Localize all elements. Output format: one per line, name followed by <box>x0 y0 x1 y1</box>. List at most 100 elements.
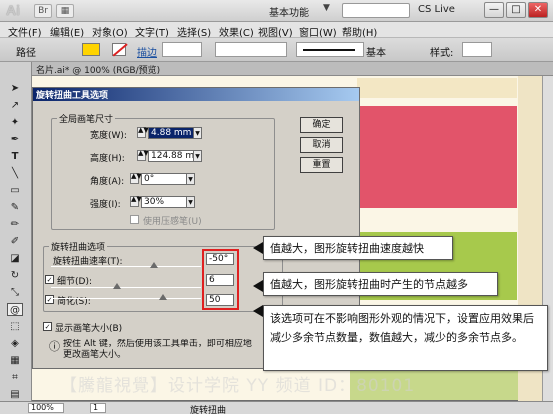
hint-text: 按住 Alt 键，然后使用该工具单击，即可相应地更改画笔大小。 <box>63 339 252 360</box>
direct-selection-tool-icon[interactable]: ↗ <box>7 99 23 112</box>
type-tool-icon[interactable]: T <box>7 150 23 163</box>
menu-window[interactable]: 窗口(W) <box>299 24 337 39</box>
detail-label: 细节(D): <box>57 277 92 287</box>
perspective-grid-tool-icon[interactable]: ▦ <box>7 354 23 367</box>
angle-dropdown-arrow[interactable]: ▼ <box>187 173 195 185</box>
simplify-checkbox[interactable]: ✓ <box>45 295 54 304</box>
pencil-tool-icon[interactable]: ✏ <box>7 218 23 231</box>
artboard-number-field[interactable]: 1 <box>90 403 106 413</box>
control-bar: 路径 描边 基本 样式: <box>0 38 553 62</box>
blob-brush-tool-icon[interactable]: ✐ <box>7 235 23 248</box>
rectangle-tool-icon[interactable]: ▭ <box>7 184 23 197</box>
width-spinner[interactable]: ▲▼ <box>137 127 149 138</box>
selection-type-label: 路径 <box>16 48 36 59</box>
tools-panel: ➤ ↗ ✦ ✒ T ╲ ▭ ✎ ✏ ✐ ◪ ↻ ⤡ @ ⬚ ◈ ▦ ⌗ ▤ <box>0 62 32 402</box>
search-input[interactable] <box>342 3 410 18</box>
intensity-dropdown-arrow[interactable]: ▼ <box>187 196 195 208</box>
graphic-style-select[interactable] <box>462 42 492 57</box>
detail-field[interactable]: 6 <box>206 274 234 286</box>
detail-slider[interactable] <box>51 287 201 288</box>
twirl-rate-slider-thumb[interactable] <box>150 262 158 268</box>
cancel-button[interactable]: 取消 <box>300 137 343 153</box>
stroke-color-swatch[interactable] <box>112 43 126 56</box>
global-brush-group-label: 全局画笔尺寸 <box>57 112 116 125</box>
menu-effect[interactable]: 效果(C) <box>219 24 254 39</box>
chevron-down-icon[interactable]: ▼ <box>323 3 330 13</box>
angle-field[interactable]: 0° <box>141 173 187 185</box>
pen-tool-icon[interactable]: ✒ <box>7 133 23 146</box>
close-button[interactable]: ✕ <box>528 2 548 18</box>
detail-slider-thumb[interactable] <box>113 283 121 289</box>
stroke-link[interactable]: 描边 <box>137 44 157 59</box>
fill-color-swatch[interactable] <box>82 43 100 56</box>
dialog-title-bar[interactable]: 旋转扭曲工具选项 <box>33 88 359 101</box>
brush-definition-select[interactable] <box>296 42 364 57</box>
selection-tool-icon[interactable]: ➤ <box>7 82 23 95</box>
detail-checkbox[interactable]: ✓ <box>45 275 54 284</box>
simplify-slider[interactable] <box>51 298 201 299</box>
status-bar: 100% 1 旋转扭曲 <box>0 401 553 414</box>
twirl-tool-icon[interactable]: @ <box>7 303 23 316</box>
line-tool-icon[interactable]: ╲ <box>7 167 23 180</box>
scale-tool-icon[interactable]: ⤡ <box>7 286 23 299</box>
twirl-rate-field[interactable]: -50° <box>206 253 234 265</box>
document-tab[interactable]: 名片.ai* @ 100% (RGB/预览) <box>36 63 160 76</box>
zoom-field[interactable]: 100% <box>28 403 64 413</box>
maximize-button[interactable]: □ <box>506 2 526 18</box>
width-dropdown-arrow[interactable]: ▼ <box>194 127 202 139</box>
simplify-field[interactable]: 50 <box>206 294 234 306</box>
stroke-weight-field[interactable] <box>162 42 202 57</box>
show-brush-size-checkbox[interactable]: ✓ <box>43 322 52 331</box>
arrange-documents-icon[interactable]: ▦ <box>56 4 74 18</box>
shape-builder-tool-icon[interactable]: ◈ <box>7 337 23 350</box>
artwork-pink-rectangle[interactable] <box>357 106 517 208</box>
menu-select[interactable]: 选择(S) <box>177 24 211 39</box>
info-icon: ⓘ <box>49 340 60 353</box>
callout-detail: 值越大，图形旋转扭曲时产生的节点越多 <box>263 272 498 296</box>
minimize-button[interactable]: — <box>484 2 504 18</box>
simplify-label: 简化(S): <box>57 297 91 307</box>
menu-help[interactable]: 帮助(H) <box>342 24 377 39</box>
paintbrush-tool-icon[interactable]: ✎ <box>7 201 23 214</box>
intensity-field[interactable]: 30% <box>141 196 187 208</box>
title-bar: Ai Br ▦ 基本功能 ▼ CS Live — □ ✕ <box>0 0 553 22</box>
intensity-label: 强度(I): <box>90 200 121 210</box>
callout-arrow-simplify <box>253 305 263 317</box>
use-pressure-pen-label: 使用压感笔(U) <box>143 217 202 227</box>
eraser-tool-icon[interactable]: ◪ <box>7 252 23 265</box>
magic-wand-tool-icon[interactable]: ✦ <box>7 116 23 129</box>
bridge-icon[interactable]: Br <box>34 4 52 18</box>
cs-live-button[interactable]: CS Live <box>418 4 455 15</box>
show-brush-size-label: 显示画笔大小(B) <box>55 324 123 334</box>
menu-file[interactable]: 文件(F) <box>8 24 42 39</box>
angle-spinner[interactable]: ▲▼ <box>130 173 142 184</box>
reset-button[interactable]: 重置 <box>300 157 343 173</box>
app-logo: Ai <box>6 2 20 18</box>
mesh-tool-icon[interactable]: ⌗ <box>7 371 23 384</box>
artwork-cream-band[interactable] <box>357 78 517 98</box>
ok-button[interactable]: 确定 <box>300 117 343 133</box>
menu-view[interactable]: 视图(V) <box>258 24 293 39</box>
variable-width-select[interactable] <box>215 42 287 57</box>
menu-type[interactable]: 文字(T) <box>135 24 169 39</box>
menu-edit[interactable]: 编辑(E) <box>50 24 84 39</box>
workspace-switcher[interactable]: 基本功能 <box>269 4 309 19</box>
gradient-tool-icon[interactable]: ▤ <box>7 388 23 401</box>
callout-arrow-twirl-rate <box>253 242 263 254</box>
height-dropdown-arrow[interactable]: ▼ <box>194 150 202 162</box>
twirl-rate-slider[interactable] <box>51 266 201 267</box>
use-pressure-pen-checkbox[interactable] <box>130 215 139 224</box>
dialog-title: 旋转扭曲工具选项 <box>36 91 109 101</box>
free-transform-tool-icon[interactable]: ⬚ <box>7 320 23 333</box>
height-spinner[interactable]: ▲▼ <box>137 150 149 161</box>
rotate-tool-icon[interactable]: ↻ <box>7 269 23 282</box>
height-label: 高度(H): <box>90 154 125 164</box>
simplify-slider-thumb[interactable] <box>159 294 167 300</box>
intensity-spinner[interactable]: ▲▼ <box>130 196 142 207</box>
style-label: 样式: <box>430 48 454 59</box>
height-field[interactable]: 124.88 m <box>148 150 194 162</box>
current-tool-status: 旋转扭曲 <box>190 406 227 414</box>
brush-basic-label: 基本 <box>366 48 386 59</box>
width-field[interactable]: 4.88 mm <box>148 127 194 139</box>
menu-object[interactable]: 对象(O) <box>92 24 128 39</box>
